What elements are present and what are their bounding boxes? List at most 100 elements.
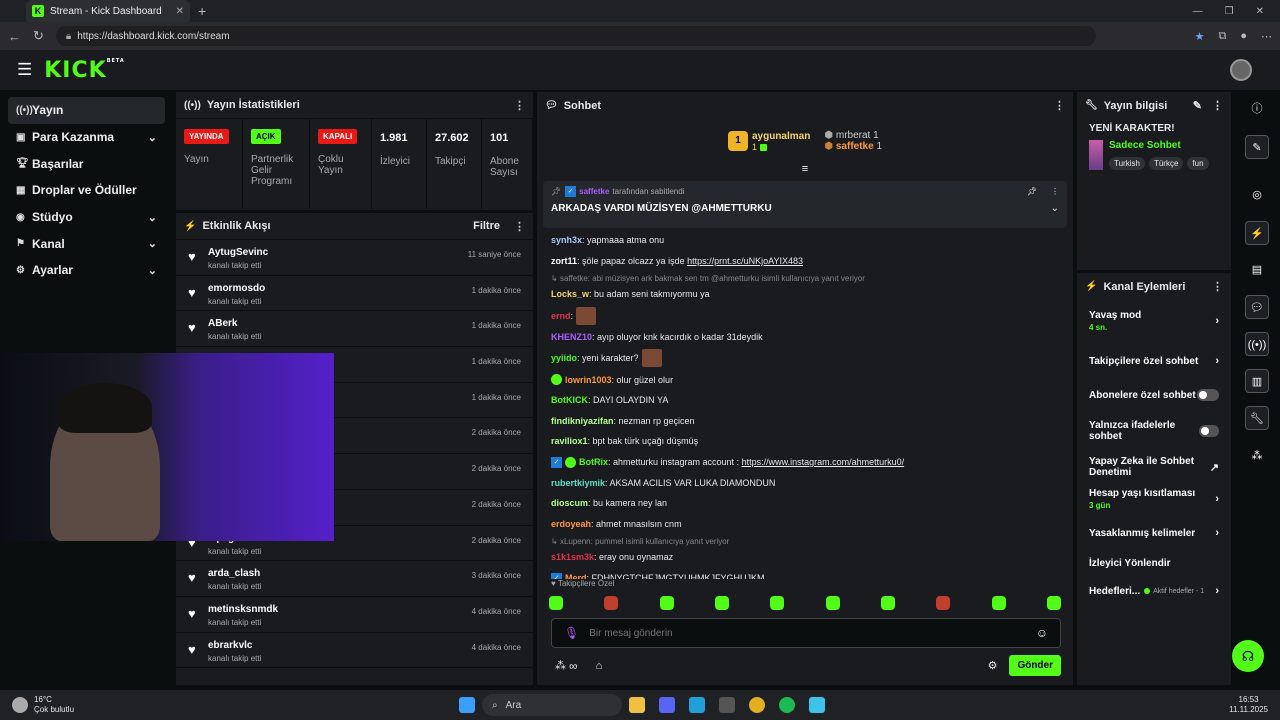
expand-pinned-icon[interactable]: ⌄	[1051, 203, 1059, 214]
minimize-icon[interactable]: —	[1193, 6, 1203, 17]
stream-tag[interactable]: Türkçe	[1148, 157, 1184, 170]
chat-username[interactable]: zort11	[551, 255, 577, 267]
follower-name[interactable]: emormosdo	[208, 283, 265, 294]
emote-icon[interactable]	[991, 596, 1006, 610]
toggle-switch[interactable]	[1199, 425, 1219, 437]
chat-username[interactable]: ernd	[551, 310, 571, 322]
reload-icon[interactable]: ↻	[33, 28, 44, 44]
sidebar-item-0[interactable]: ((•)) Yayın	[8, 97, 165, 124]
pinned-menu-icon[interactable]: ⋮	[1051, 187, 1059, 196]
channel-action-row[interactable]: Yavaş mod 4 sn. ›	[1077, 310, 1231, 332]
channel-action-row[interactable]: Abonelere özel sohbet	[1077, 386, 1231, 404]
activity-row[interactable]: ♥ arda_clash kanalı takip etti 3 dakika önc…	[176, 561, 533, 597]
chat-icon[interactable]: 💬︎	[1245, 295, 1269, 319]
channel-actions-menu-icon[interactable]: ⋮	[1212, 280, 1223, 293]
edit-icon[interactable]: ✎	[1193, 99, 1202, 112]
kick-points-icon[interactable]: ⁂	[555, 659, 566, 672]
pencil-icon[interactable]: ✎	[1245, 135, 1269, 159]
chevron-down-icon[interactable]: ⌄	[148, 131, 157, 144]
store-icon[interactable]: ⌂	[596, 660, 603, 672]
chat-username[interactable]: rubertkiymik	[551, 477, 605, 489]
sidebar-item-5[interactable]: ⚑ Kanal ⌄	[8, 230, 165, 257]
emote-icon[interactable]	[880, 596, 895, 610]
sidebar-item-3[interactable]: ▦ Droplar ve Ödüller	[8, 177, 165, 204]
chat-username[interactable]: lowrin1003	[565, 374, 612, 386]
channel-action-row[interactable]: Hesap yaşı kısıtlaması 3 gün ›	[1077, 488, 1231, 510]
follower-name[interactable]: ebrarkvlc	[208, 640, 261, 651]
support-chat-icon[interactable]: ☊	[1232, 640, 1264, 672]
activity-row[interactable]: ♥ AytugSevinc kanalı takip etti 11 saniye ö…	[176, 240, 533, 276]
chat-settings-icon[interactable]: ⚙	[988, 659, 998, 672]
chat-username[interactable]: findikniyazifan	[551, 415, 614, 427]
toggle-switch[interactable]	[1197, 389, 1219, 401]
chat-username[interactable]: erdoyeah	[551, 518, 591, 530]
chevron-right-icon[interactable]: ›	[1215, 493, 1219, 505]
chat-username[interactable]: Locks_w	[551, 288, 589, 300]
hamburger-menu-icon[interactable]: ☰	[17, 60, 32, 80]
chevron-right-icon[interactable]: ›	[1215, 355, 1219, 367]
chat-link[interactable]: https://prnt.sc/uNKjoAYIX483	[687, 255, 803, 267]
explorer-icon[interactable]	[629, 697, 646, 713]
emote-icon[interactable]	[604, 596, 619, 610]
channel-action-row[interactable]: Takipçilere özel sohbet ›	[1077, 352, 1231, 370]
back-icon[interactable]: ←	[8, 29, 21, 44]
stream-tag[interactable]: Turkish	[1109, 157, 1145, 170]
spotify-icon[interactable]	[779, 697, 796, 713]
chevron-down-icon[interactable]: ⌄	[148, 211, 157, 224]
sidebar-item-2[interactable]: 🏆︎ Başarılar	[8, 150, 165, 177]
broadcast-icon[interactable]: ((•))	[1245, 332, 1269, 356]
browser-tab[interactable]: K Stream - Kick Dashboard ✕	[26, 0, 190, 22]
chat-username[interactable]: yyiido	[551, 352, 577, 364]
channel-action-row[interactable]: Yapay Zeka ile Sohbet Denetimi ↗	[1077, 456, 1231, 478]
kick-logo[interactable]: KICKBETA	[44, 58, 125, 83]
third-gifter-name[interactable]: saffetke	[836, 141, 874, 152]
apps-icon[interactable]: ⁂	[1245, 444, 1269, 468]
activity-menu-icon[interactable]: ⋮	[514, 220, 525, 233]
chat-username[interactable]: BotRix	[579, 456, 608, 468]
chat-username[interactable]: dioscum	[551, 497, 588, 509]
chat-link[interactable]: https://www.instagram.com/ahmetturku0/	[742, 456, 905, 468]
sidebar-item-6[interactable]: ⚙ Ayarlar ⌄	[8, 257, 165, 284]
chat-input-box[interactable]: 🎙︎ ☺	[551, 618, 1061, 648]
maximize-icon[interactable]: ❐	[1225, 6, 1234, 17]
profile-icon[interactable]: ●	[1240, 30, 1247, 43]
chrome-icon[interactable]	[749, 697, 766, 713]
new-tab-icon[interactable]: +	[198, 3, 206, 19]
chat-menu-icon[interactable]: ⋮	[1054, 99, 1065, 112]
activity-row[interactable]: ♥ emormosdo kanalı takip etti 1 dakika önce	[176, 276, 533, 312]
top-gifter-name[interactable]: aygunalman	[752, 131, 810, 142]
notepad-icon[interactable]	[809, 697, 826, 713]
emote-icon[interactable]	[936, 596, 951, 610]
edge-icon[interactable]	[689, 697, 706, 713]
activity-row[interactable]: ♥ ABerk kanalı takip etti 1 dakika önce	[176, 311, 533, 348]
discord-icon[interactable]	[659, 697, 676, 713]
follower-name[interactable]: AytugSevinc	[208, 247, 268, 258]
chevron-down-icon[interactable]: ⌄	[148, 264, 157, 277]
chat-username[interactable]: BotKICK	[551, 394, 588, 406]
channel-action-row[interactable]: İzleyici Yönlendir	[1077, 554, 1231, 572]
layout-icon[interactable]: ▥	[1245, 369, 1269, 393]
collapse-handle-icon[interactable]: ≡	[537, 163, 1073, 177]
chat-username[interactable]: synh3x	[551, 234, 582, 246]
follower-name[interactable]: arda_clash	[208, 568, 261, 579]
sidebar-item-1[interactable]: ▣ Para Kazanma ⌄	[8, 124, 165, 151]
mic-icon[interactable]: 🎙︎	[564, 626, 579, 640]
unpin-icon[interactable]: 📌︎	[1027, 187, 1037, 196]
sidebar-item-4[interactable]: ◉ Stüdyo ⌄	[8, 204, 165, 231]
activity-row[interactable]: ♥ ebrarkvlc kanalı takip etti 4 dakika önce	[176, 633, 533, 669]
chat-input[interactable]	[589, 627, 1036, 639]
emote-icon[interactable]	[770, 596, 785, 610]
wrench-icon[interactable]: 🔧︎	[1245, 406, 1269, 430]
chat-username[interactable]: Merd	[565, 572, 587, 579]
emoji-picker-icon[interactable]: ☺	[1036, 626, 1048, 640]
category-name[interactable]: Sadece Sohbet	[1109, 140, 1219, 151]
external-link-icon[interactable]: ↗	[1210, 461, 1219, 474]
close-tab-icon[interactable]: ✕	[176, 6, 184, 17]
extensions-icon[interactable]: ⧉	[1218, 30, 1226, 43]
emote-icon[interactable]	[659, 596, 674, 610]
follower-name[interactable]: metinsksnmdk	[208, 604, 278, 615]
chat-username[interactable]: KHENZ10	[551, 331, 592, 343]
chevron-down-icon[interactable]: ⌄	[148, 237, 157, 250]
camera-icon[interactable]: ◎	[1245, 183, 1269, 207]
steam-icon[interactable]	[719, 697, 736, 713]
